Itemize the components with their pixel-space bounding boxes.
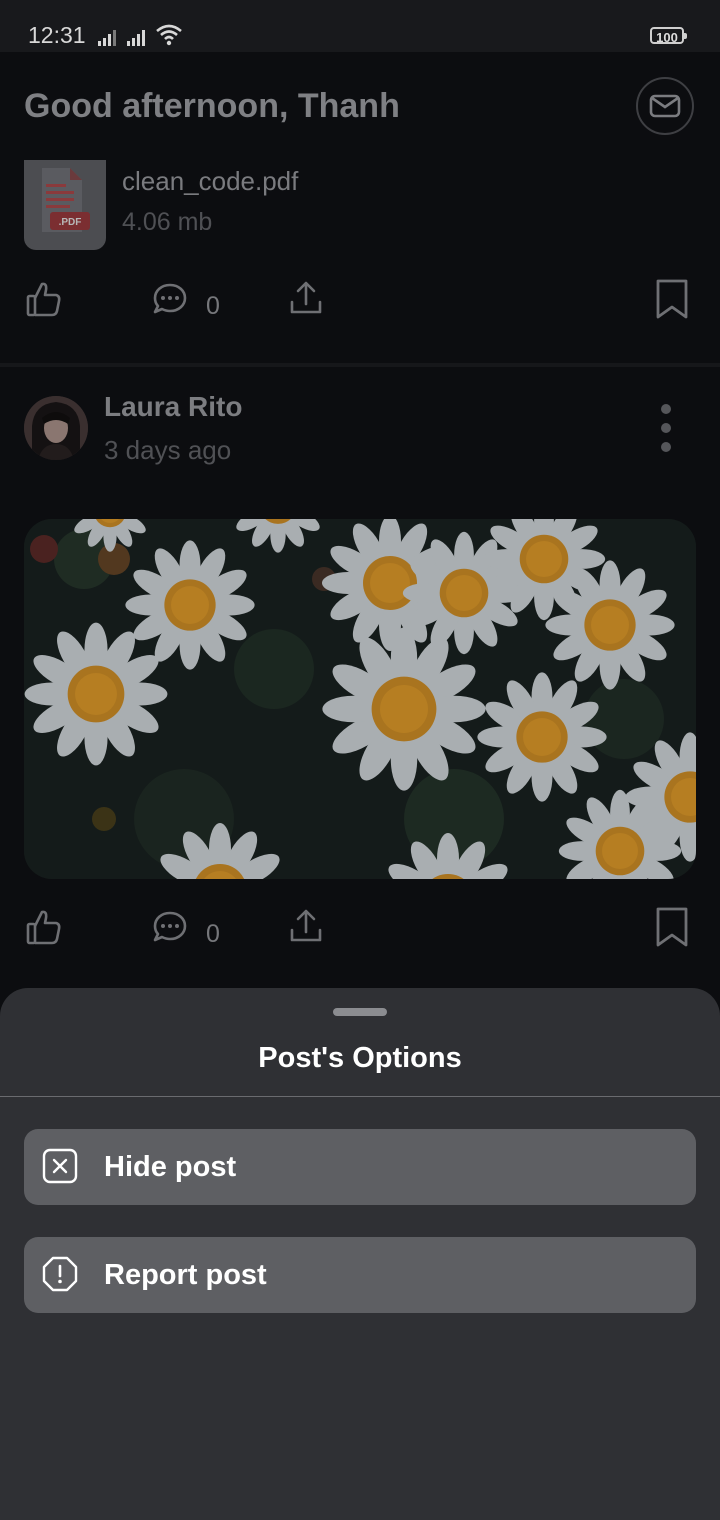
like-button[interactable] xyxy=(26,280,62,318)
pdf-file-icon: .PDF xyxy=(42,168,90,232)
hide-post-button[interactable]: Hide post xyxy=(24,1129,696,1205)
more-dot xyxy=(661,442,671,452)
battery-indicator: 100 xyxy=(650,27,687,45)
more-options-button[interactable] xyxy=(650,400,682,456)
sheet-drag-handle[interactable] xyxy=(333,1008,387,1016)
avatar-photo xyxy=(24,396,88,460)
post-options-sheet: Post's Options Hide post Report post xyxy=(0,988,720,1520)
post-divider xyxy=(0,363,720,367)
report-post-label: Report post xyxy=(104,1259,267,1291)
comment-button[interactable] xyxy=(152,282,188,316)
comment-button[interactable] xyxy=(152,910,188,944)
messages-button[interactable] xyxy=(636,77,694,135)
header: Good afternoon, Thanh xyxy=(0,52,720,160)
pdf-badge: .PDF xyxy=(59,217,82,228)
more-dot xyxy=(661,404,671,414)
post-image[interactable] xyxy=(24,519,696,879)
file-name[interactable]: clean_code.pdf xyxy=(122,166,298,197)
bookmark-button[interactable] xyxy=(654,278,690,320)
file-size: 4.06 mb xyxy=(122,208,213,236)
daisies-photo xyxy=(24,519,696,879)
status-time: 12:31 xyxy=(28,22,86,48)
avatar[interactable] xyxy=(24,396,88,460)
sheet-title: Post's Options xyxy=(258,1042,462,1074)
signal-icon xyxy=(127,26,145,46)
share-button[interactable] xyxy=(288,908,324,944)
page-title: Good afternoon, Thanh xyxy=(24,87,400,125)
like-button[interactable] xyxy=(26,908,62,946)
post-author[interactable]: Laura Rito xyxy=(104,391,242,423)
post-actions: 0 xyxy=(0,278,720,338)
comment-count: 0 xyxy=(206,292,220,320)
report-post-button[interactable]: Report post xyxy=(24,1237,696,1313)
status-bar: 12:31 100 xyxy=(0,0,720,52)
mail-icon xyxy=(649,94,681,118)
wifi-icon xyxy=(156,24,182,46)
post-actions: 0 xyxy=(0,906,720,966)
close-square-icon xyxy=(42,1148,78,1184)
bookmark-button[interactable] xyxy=(654,906,690,948)
file-thumbnail[interactable]: .PDF xyxy=(24,160,106,250)
signal-icon xyxy=(98,26,116,46)
post-timestamp: 3 days ago xyxy=(104,435,232,465)
alert-octagon-icon xyxy=(42,1256,78,1292)
share-button[interactable] xyxy=(288,280,324,316)
more-dot xyxy=(661,423,671,433)
comment-count: 0 xyxy=(206,920,220,948)
hide-post-label: Hide post xyxy=(104,1151,237,1183)
sheet-divider xyxy=(0,1096,720,1097)
